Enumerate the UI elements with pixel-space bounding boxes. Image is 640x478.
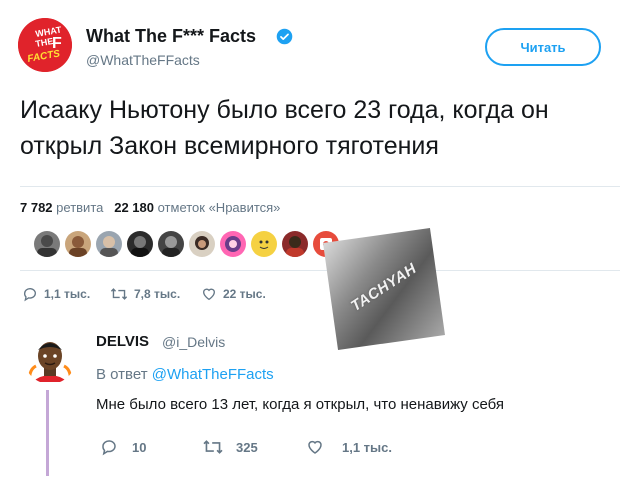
reply-like-count: 1,1 тыс. [342, 439, 392, 455]
divider [20, 186, 620, 187]
reply-text: Мне было всего 13 лет, когда я открыл, ч… [96, 396, 505, 413]
retweet-icon [110, 288, 128, 300]
retweet-action[interactable]: 7,8 тыс. [110, 286, 180, 302]
reply-retweet-count: 325 [236, 439, 258, 455]
liker-avatar[interactable] [96, 231, 122, 257]
divider [20, 270, 620, 271]
likes-count[interactable]: 22 180 [114, 200, 154, 215]
reply-count: 1,1 тыс. [44, 287, 91, 301]
retweets-count[interactable]: 7 782 [20, 200, 53, 215]
in-reply-prefix: В ответ [96, 366, 148, 383]
like-action[interactable]: 22 тыс. [201, 286, 266, 302]
liker-avatar[interactable] [65, 231, 91, 257]
reply-author-handle[interactable]: @i_Delvis [162, 334, 225, 350]
retweets-label[interactable]: ретвита [56, 200, 103, 215]
liker-avatar[interactable] [220, 231, 246, 257]
retweet-icon [203, 440, 223, 454]
reply-retweet-action[interactable]: 325 [202, 438, 258, 456]
retweet-count: 7,8 тыс. [134, 287, 181, 301]
liker-avatars [34, 231, 339, 257]
reply-reply-action[interactable]: 10 [100, 438, 146, 456]
reply-action[interactable]: 1,1 тыс. [22, 286, 90, 302]
tweet-text: Исааку Ньютону было всего 23 года, когда… [20, 96, 549, 160]
reply-author-name[interactable]: DELVIS [96, 333, 149, 350]
wtf-logo-icon: WHAT THE F FACTS [18, 18, 72, 72]
watermark: TACHYAH [323, 228, 445, 350]
heart-icon [308, 440, 322, 454]
tweet-stats: 7 782 ретвита 22 180 отметок «Нравится» [20, 200, 280, 215]
liker-avatar[interactable] [158, 231, 184, 257]
liker-avatar[interactable] [282, 231, 308, 257]
in-reply-to: В ответ @WhatTheFFacts [96, 366, 274, 383]
author-avatar[interactable]: WHAT THE F FACTS [18, 18, 72, 72]
author-name[interactable]: What The F*** Facts [86, 26, 256, 47]
author-handle[interactable]: @WhatTheFFacts [86, 52, 200, 68]
verified-badge-icon [276, 28, 293, 45]
liker-avatar[interactable] [34, 231, 60, 257]
reply-like-action[interactable]: 1,1 тыс. [306, 438, 392, 456]
reply-icon [102, 440, 116, 456]
likes-label[interactable]: отметок «Нравится» [158, 200, 281, 215]
like-count: 22 тыс. [223, 287, 266, 301]
avatar-icon [24, 332, 76, 384]
liker-avatar[interactable] [251, 231, 277, 257]
reply-author-avatar[interactable] [24, 332, 76, 384]
liker-avatar[interactable] [127, 231, 153, 257]
in-reply-handle-link[interactable]: @WhatTheFFacts [152, 366, 274, 383]
watermark-text: TACHYAH [347, 260, 420, 315]
liker-avatar[interactable] [189, 231, 215, 257]
thread-line [46, 390, 49, 476]
follow-button[interactable]: Читать [485, 28, 601, 66]
reply-reply-count: 10 [132, 439, 147, 455]
reply-icon [23, 288, 36, 302]
heart-icon [202, 288, 216, 301]
